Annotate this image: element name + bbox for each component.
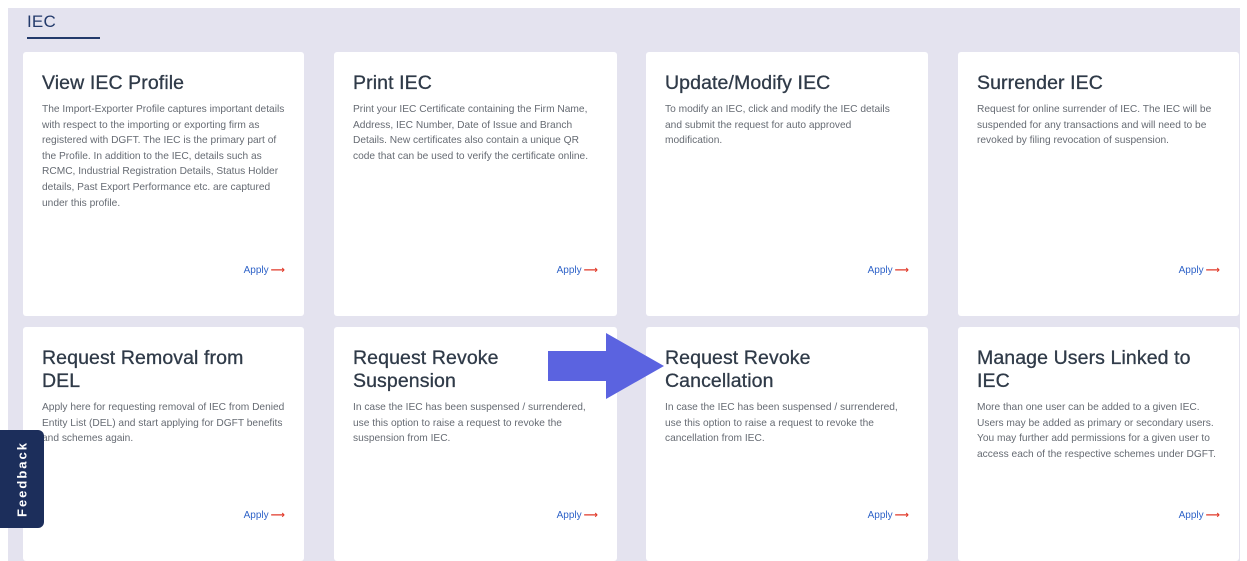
- feedback-label: Feedback: [14, 441, 30, 517]
- card-manage-users-linked-to-iec: Manage Users Linked to IEC More than one…: [958, 327, 1239, 561]
- apply-label: Apply: [243, 265, 269, 276]
- card-description: Apply here for requesting removal of IEC…: [42, 402, 285, 445]
- card-title: Request Revoke Cancellation: [665, 347, 811, 392]
- card-description: Print your IEC Certificate containing th…: [353, 104, 589, 162]
- card-surrender-iec: Surrender IEC Request for online surrend…: [958, 52, 1239, 316]
- title-underline: [27, 37, 100, 39]
- apply-label: Apply: [1178, 510, 1204, 521]
- card-title: View IEC Profile: [42, 72, 185, 94]
- apply-label: Apply: [867, 510, 893, 521]
- right-arrow-icon: ⟶: [583, 265, 598, 276]
- apply-label: Apply: [1178, 265, 1204, 276]
- pointer-arrow-icon: [548, 333, 664, 399]
- apply-link[interactable]: Apply ⟶: [557, 510, 598, 521]
- card-title: Request Removal from DEL: [42, 347, 244, 392]
- card-print-iec: Print IEC Print your IEC Certificate con…: [334, 52, 617, 316]
- section-title: IEC: [27, 12, 56, 31]
- card-title: Print IEC: [353, 72, 432, 94]
- right-arrow-icon: ⟶: [894, 510, 909, 521]
- right-arrow-icon: ⟶: [1205, 265, 1220, 276]
- card-description: In case the IEC has been suspensed / sur…: [665, 402, 898, 445]
- feedback-tab[interactable]: Feedback: [0, 430, 44, 528]
- apply-label: Apply: [556, 510, 582, 521]
- apply-link[interactable]: Apply ⟶: [244, 265, 285, 276]
- right-arrow-icon: ⟶: [270, 510, 285, 521]
- apply-link[interactable]: Apply ⟶: [868, 265, 909, 276]
- right-arrow-icon: ⟶: [894, 265, 909, 276]
- card-request-removal-from-del: Request Removal from DEL Apply here for …: [23, 327, 304, 561]
- right-arrow-icon: ⟶: [583, 510, 598, 521]
- card-view-iec-profile: View IEC Profile The Import-Exporter Pro…: [23, 52, 304, 316]
- right-arrow-icon: ⟶: [270, 265, 285, 276]
- apply-label: Apply: [556, 265, 582, 276]
- card-title: Request Revoke Suspension: [353, 347, 499, 392]
- apply-label: Apply: [243, 510, 269, 521]
- card-description: Request for online surrender of IEC. The…: [977, 104, 1212, 147]
- card-description: In case the IEC has been suspensed / sur…: [353, 402, 586, 445]
- apply-link[interactable]: Apply ⟶: [1179, 510, 1220, 521]
- card-update-modify-iec: Update/Modify IEC To modify an IEC, clic…: [646, 52, 928, 316]
- card-request-revoke-cancellation: Request Revoke Cancellation In case the …: [646, 327, 928, 561]
- apply-link[interactable]: Apply ⟶: [244, 510, 285, 521]
- apply-link[interactable]: Apply ⟶: [1179, 265, 1220, 276]
- card-description: More than one user can be added to a giv…: [977, 402, 1216, 460]
- card-title: Manage Users Linked to IEC: [977, 347, 1191, 392]
- card-description: To modify an IEC, click and modify the I…: [665, 104, 890, 147]
- card-title: Update/Modify IEC: [665, 72, 831, 94]
- card-description: The Import-Exporter Profile captures imp…: [42, 104, 285, 209]
- card-title: Surrender IEC: [977, 72, 1103, 94]
- apply-link[interactable]: Apply ⟶: [868, 510, 909, 521]
- apply-link[interactable]: Apply ⟶: [557, 265, 598, 276]
- right-arrow-icon: ⟶: [1205, 510, 1220, 521]
- apply-label: Apply: [867, 265, 893, 276]
